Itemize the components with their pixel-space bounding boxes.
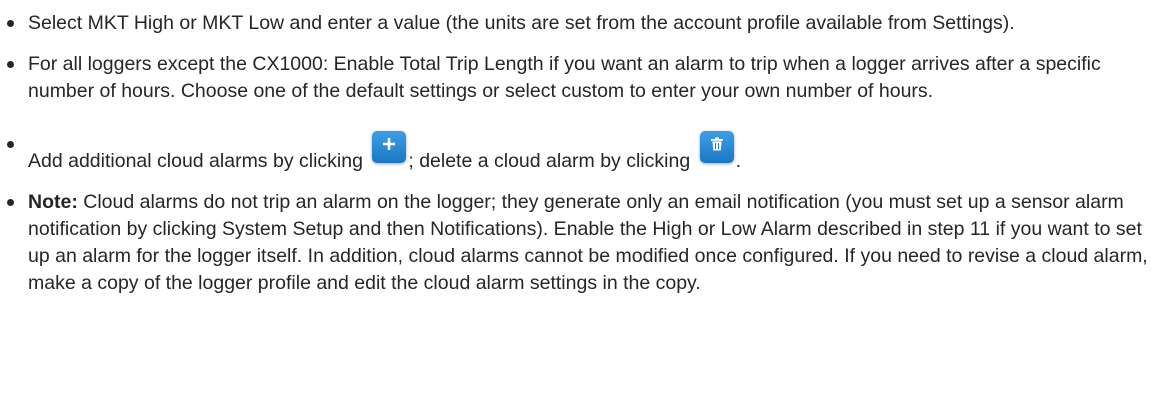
bullet-note: Note: Cloud alarms do not trip an alarm … <box>0 189 1161 297</box>
add-alarm-button <box>372 131 407 163</box>
bullet-mkt-text: Select MKT High or MKT Low and enter a v… <box>28 12 1015 34</box>
bullet-dot <box>7 20 14 27</box>
bullet-dot <box>7 141 14 148</box>
bullet-dot <box>7 61 14 68</box>
bullet-delete-text: ; delete a cloud alarm by clicking <box>408 150 696 172</box>
bullet-period: . <box>735 150 742 172</box>
note-text: Cloud alarms do not trip an alarm on the… <box>28 191 1148 294</box>
bullet-list: Select MKT High or MKT Low and enter a v… <box>0 10 1161 297</box>
bullet-add-delete: Add additional cloud alarms by clicking … <box>0 131 1161 175</box>
delete-alarm-button <box>699 131 734 163</box>
bullet-mkt: Select MKT High or MKT Low and enter a v… <box>0 10 1161 37</box>
bullet-add-text: Add additional cloud alarms by clicking <box>28 150 369 172</box>
bullet-dot <box>7 199 14 206</box>
bullet-trip-length-text: For all loggers except the CX1000: Enabl… <box>28 53 1101 102</box>
bullet-trip-length: For all loggers except the CX1000: Enabl… <box>0 51 1161 105</box>
document-body: Select MKT High or MKT Low and enter a v… <box>0 0 1171 410</box>
note-label: Note: <box>28 191 78 213</box>
